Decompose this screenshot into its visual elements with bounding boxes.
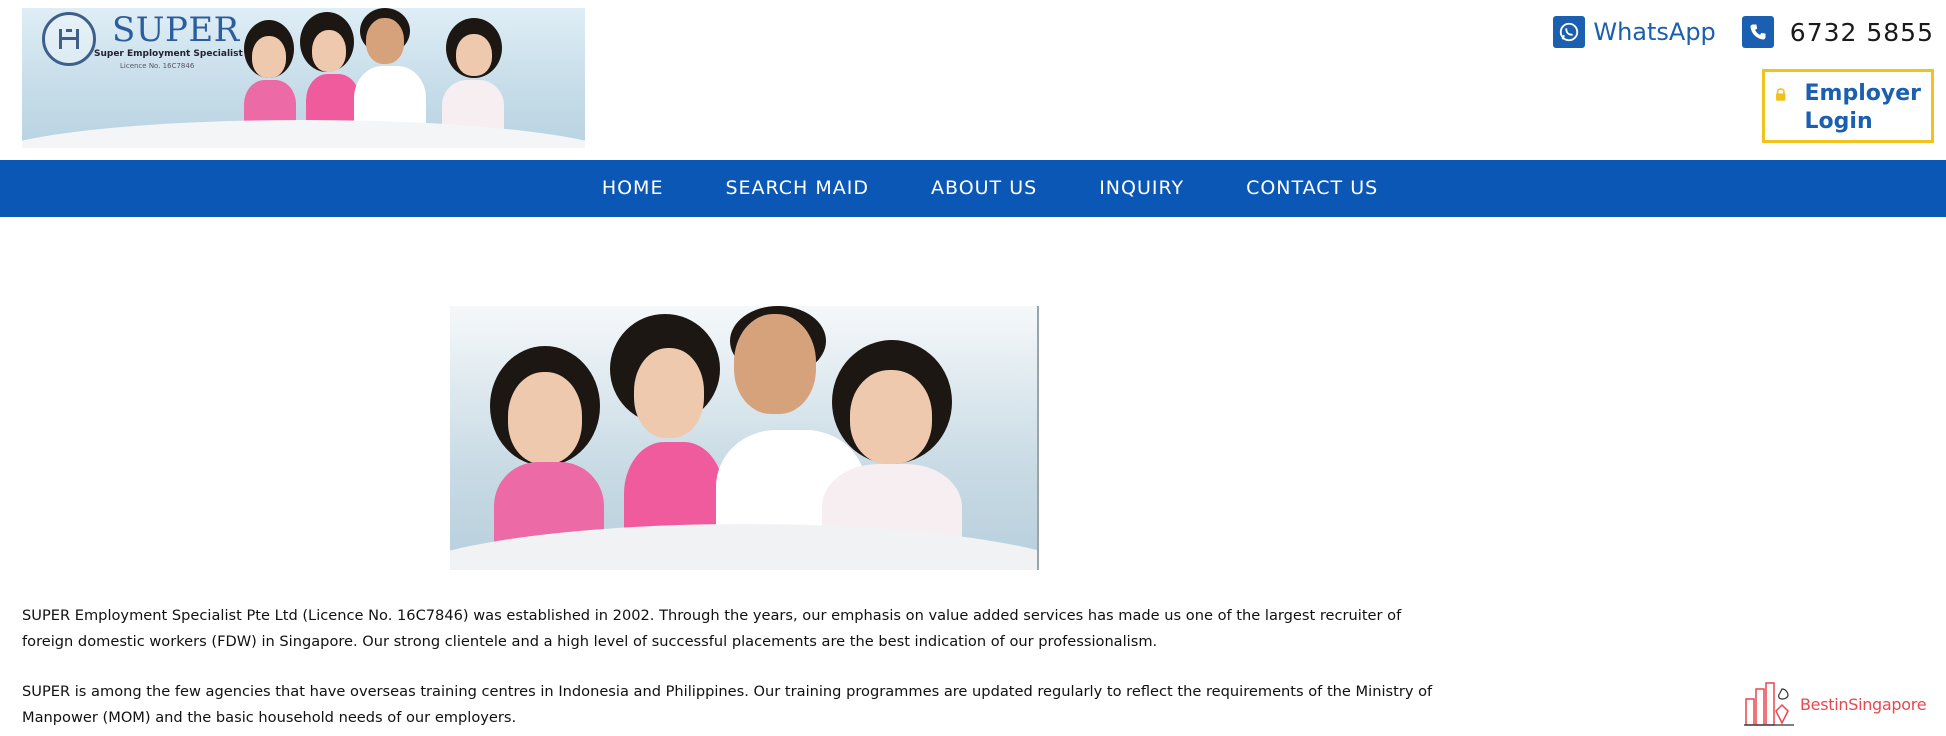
- logo-icon: [42, 12, 96, 66]
- employer-login-label: Employer Login: [1804, 81, 1921, 134]
- phone-number: 6732 5855: [1789, 17, 1934, 47]
- whatsapp-link[interactable]: WhatsApp: [1553, 16, 1716, 48]
- nav-item-contact-us[interactable]: CONTACT US: [1215, 160, 1409, 217]
- whatsapp-icon: [1553, 16, 1586, 48]
- logo-name: SUPER: [112, 10, 240, 50]
- city-skyline-icon: [1744, 682, 1794, 726]
- main-nav: HOME SEARCH MAID ABOUT US INQUIRY CONTAC…: [0, 160, 1946, 217]
- logo-banner[interactable]: SUPER Super Employment Specialist Pte Lt…: [22, 8, 585, 148]
- intro-paragraph: SUPER Employment Specialist Pte Ltd (Lic…: [22, 607, 1402, 650]
- badge-label: BestinSingapore: [1800, 694, 1927, 714]
- nav-item-inquiry[interactable]: INQUIRY: [1068, 160, 1215, 217]
- intro-content: SUPER Employment Specialist Pte Ltd (Lic…: [22, 603, 1452, 736]
- phone-link[interactable]: 6732 5855: [1741, 16, 1934, 48]
- phone-icon: [1741, 16, 1774, 48]
- hero-image: [450, 306, 1039, 570]
- lock-icon: [1776, 88, 1786, 101]
- whatsapp-label: WhatsApp: [1593, 18, 1716, 46]
- nav-item-about-us[interactable]: ABOUT US: [900, 160, 1068, 217]
- site-header: SUPER Super Employment Specialist Pte Lt…: [0, 0, 1946, 160]
- training-paragraph: SUPER is among the few agencies that hav…: [22, 683, 1433, 726]
- nav-item-search-maid[interactable]: SEARCH MAID: [694, 160, 900, 217]
- employer-login-button[interactable]: Employer Login: [1762, 69, 1934, 143]
- logo-licence: Licence No. 16C7846: [120, 62, 195, 70]
- nav-item-home[interactable]: HOME: [571, 160, 695, 217]
- best-in-singapore-badge[interactable]: BestinSingapore: [1742, 680, 1938, 728]
- contact-row: WhatsApp 6732 5855: [1553, 16, 1934, 48]
